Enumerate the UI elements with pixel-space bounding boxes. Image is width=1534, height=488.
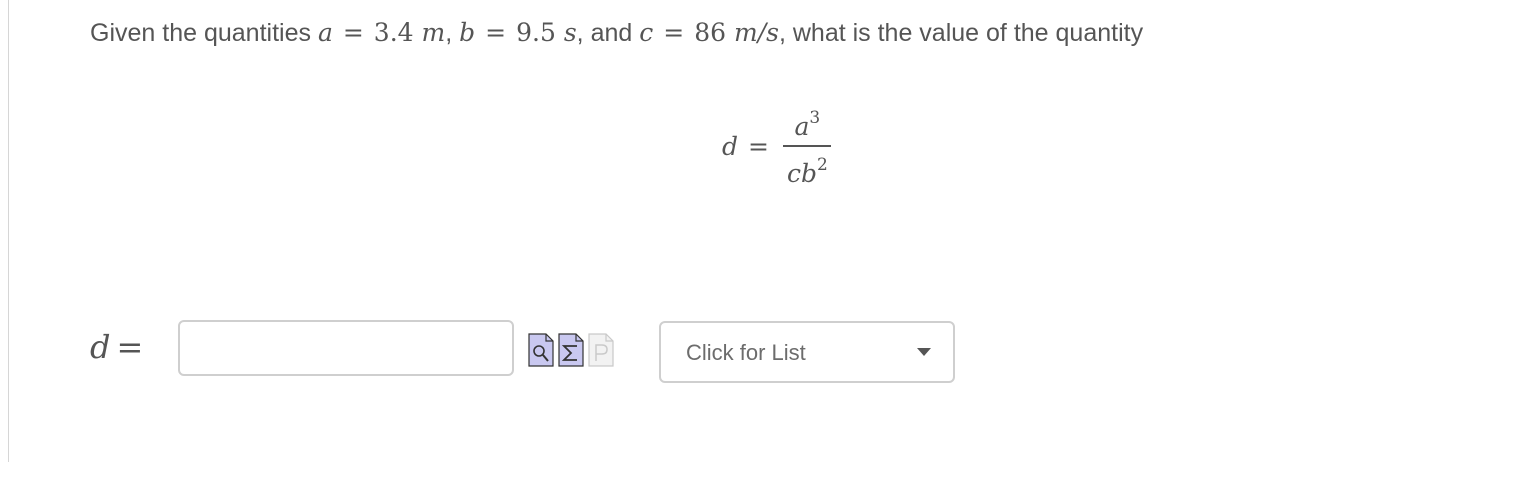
fraction-numerator: a3 — [794, 108, 821, 142]
p-tool-button[interactable] — [588, 331, 614, 367]
and-word: and — [590, 19, 633, 47]
sigma-equation-icon — [558, 331, 584, 367]
math-a: a = 3.4 m — [317, 18, 446, 47]
dropdown-label: Click for List — [686, 340, 806, 365]
formula-fraction: a3 cb2 — [783, 102, 832, 190]
equation-editor-button[interactable] — [558, 331, 584, 367]
preview-icon — [528, 331, 554, 367]
answer-row: d = Click for List — [90, 320, 970, 383]
fraction-denominator: cb2 — [786, 154, 828, 188]
math-b: b = 9.5 s — [459, 18, 577, 47]
units-dropdown[interactable]: Click for List — [659, 321, 955, 383]
p-document-icon — [588, 331, 614, 367]
question-suffix: what is the value of the quantity — [792, 19, 1144, 47]
preview-button[interactable] — [528, 331, 554, 367]
answer-tools — [528, 331, 614, 367]
fraction-bar — [783, 145, 832, 147]
answer-input[interactable] — [178, 320, 514, 376]
formula-display: d = a3 cb2 — [722, 96, 832, 196]
math-c: c = 86 m/s — [639, 18, 779, 47]
caret-down-icon — [917, 348, 931, 356]
formula-equals: = — [748, 131, 769, 161]
question-text: Given the quantities a = 3.4 m, b = 9.5 s, a… — [90, 18, 1144, 47]
left-divider — [8, 0, 9, 462]
answer-label: d = — [90, 328, 144, 366]
formula-lhs: d — [722, 131, 739, 161]
question-prefix: Given the quantities — [90, 19, 311, 47]
